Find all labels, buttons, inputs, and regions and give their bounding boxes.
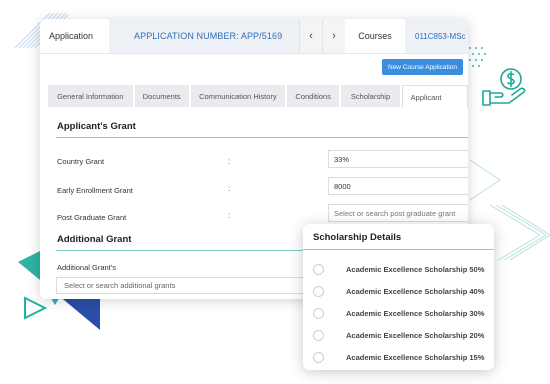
course-code: 011C853-MSc: [405, 19, 468, 53]
radio-button[interactable]: [313, 285, 324, 297]
next-button[interactable]: ›: [322, 19, 345, 53]
tab-communication-history[interactable]: Communication History: [190, 85, 285, 107]
scholarship-option-label: Academic Excellence Scholarship 40%: [346, 286, 485, 296]
chevron-left-icon: ‹: [309, 30, 313, 42]
tab-documents[interactable]: Documents: [134, 85, 189, 107]
early-enrollment-grant-field[interactable]: 8000: [328, 177, 468, 195]
early-enrollment-grant-label: Early Enrollment Grant: [57, 186, 133, 195]
tab-bar: General Information Documents Communicat…: [48, 85, 468, 108]
chevron-right-icon: ›: [332, 30, 336, 42]
section-divider: [56, 137, 468, 138]
radio-button[interactable]: [313, 329, 324, 341]
hand-money-icon: [482, 68, 526, 106]
courses-label[interactable]: Courses: [345, 31, 405, 41]
scholarship-details-title: Scholarship Details: [313, 232, 402, 243]
tab-scholarship[interactable]: Scholarship: [341, 85, 400, 107]
country-grant-field[interactable]: 33%: [328, 150, 468, 168]
country-grant-separator: :: [228, 157, 231, 166]
application-tab-label[interactable]: Application: [40, 31, 109, 41]
post-graduate-grant-separator: :: [228, 211, 231, 220]
right-dots-decoration: [469, 47, 486, 67]
scholarship-option-label: Academic Excellence Scholarship 15%: [346, 352, 485, 362]
scholarship-option-label: Academic Excellence Scholarship 30%: [346, 308, 485, 318]
additional-grant-title: Additional Grant: [57, 234, 132, 245]
scholarship-option[interactable]: Academic Excellence Scholarship 20%: [313, 328, 486, 342]
section-divider: [303, 249, 494, 250]
tab-general-information[interactable]: General Information: [48, 85, 133, 107]
scholarship-option[interactable]: Academic Excellence Scholarship 15%: [313, 350, 486, 364]
radio-button[interactable]: [313, 307, 324, 319]
early-enrollment-grant-separator: :: [228, 184, 231, 193]
scholarship-option-label: Academic Excellence Scholarship 20%: [346, 330, 485, 340]
post-graduate-grant-label: Post Graduate Grant: [57, 213, 127, 222]
tab-applicant[interactable]: Applicant: [401, 85, 468, 108]
post-graduate-grant-select[interactable]: Select or search post graduate grant: [328, 204, 468, 222]
applicants-grant-title: Applicant's Grant: [57, 121, 136, 132]
additional-grants-select[interactable]: Select or search additional grants: [56, 277, 326, 294]
top-bar: Application APPLICATION NUMBER: APP/5169…: [40, 19, 468, 54]
prev-button[interactable]: ‹: [299, 19, 322, 53]
new-course-application-button[interactable]: New Course Application: [382, 59, 464, 75]
scholarship-option-label: Academic Excellence Scholarship 50%: [346, 264, 485, 274]
radio-button[interactable]: [313, 351, 324, 363]
country-grant-label: Country Grant: [57, 157, 105, 166]
radio-button[interactable]: [313, 263, 324, 275]
scholarship-option[interactable]: Academic Excellence Scholarship 50%: [313, 262, 486, 276]
scholarship-option[interactable]: Academic Excellence Scholarship 30%: [313, 306, 486, 320]
tab-conditions[interactable]: Conditions: [286, 85, 340, 107]
additional-grants-label: Additional Grant's: [57, 263, 116, 272]
scholarship-details-panel: Scholarship Details Academic Excellence …: [303, 224, 494, 370]
scholarship-option[interactable]: Academic Excellence Scholarship 40%: [313, 284, 486, 298]
application-number: APPLICATION NUMBER: APP/5169: [109, 19, 299, 53]
